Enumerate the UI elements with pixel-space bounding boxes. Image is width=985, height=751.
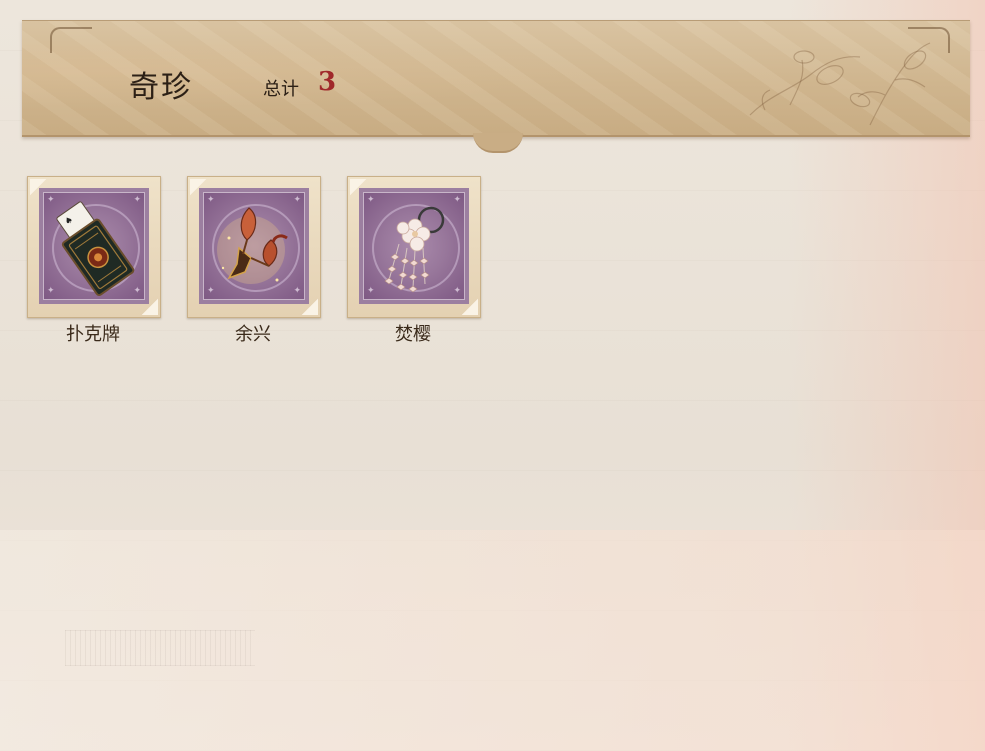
total-count-label: 总计 <box>263 79 299 100</box>
page-title: 奇珍 <box>129 70 193 105</box>
collection-page: 奇珍 总计 3 ✦ ✦ ✦ ✦ ♠ 扑克牌 ✦ ✦ ✦ ✦ 余兴 ✦ ✦ ✦ ✦… <box>0 0 985 751</box>
item-card-poker[interactable]: ✦ ✦ ✦ ✦ ♠ 扑克牌 <box>27 176 161 346</box>
firework-pinwheel-icon <box>217 207 288 284</box>
stamp-frame: ✦ ✦ ✦ ✦ ♠ <box>27 176 161 318</box>
stamp-frame: ✦ ✦ ✦ ✦ <box>187 176 321 318</box>
item-label: 余兴 <box>235 324 271 345</box>
header-notch-decoration <box>473 133 523 153</box>
flower-sketch-icon <box>749 42 931 126</box>
item-card-sakura[interactable]: ✦ ✦ ✦ ✦ 焚樱 <box>347 176 481 346</box>
item-card-fireworks[interactable]: ✦ ✦ ✦ ✦ 余兴 <box>187 176 321 346</box>
header-corner-ornament-left <box>50 27 92 53</box>
item-label: 扑克牌 <box>66 324 120 345</box>
category-header: 奇珍 总计 3 <box>22 20 970 137</box>
stamp-frame: ✦ ✦ ✦ ✦ <box>347 176 481 318</box>
background-ruler-decoration <box>65 630 255 666</box>
total-count-value: 3 <box>318 67 337 97</box>
sakura-hairpin-icon <box>384 206 445 293</box>
poker-cards-icon: ♠ <box>56 201 135 296</box>
item-label: 焚樱 <box>395 324 431 345</box>
